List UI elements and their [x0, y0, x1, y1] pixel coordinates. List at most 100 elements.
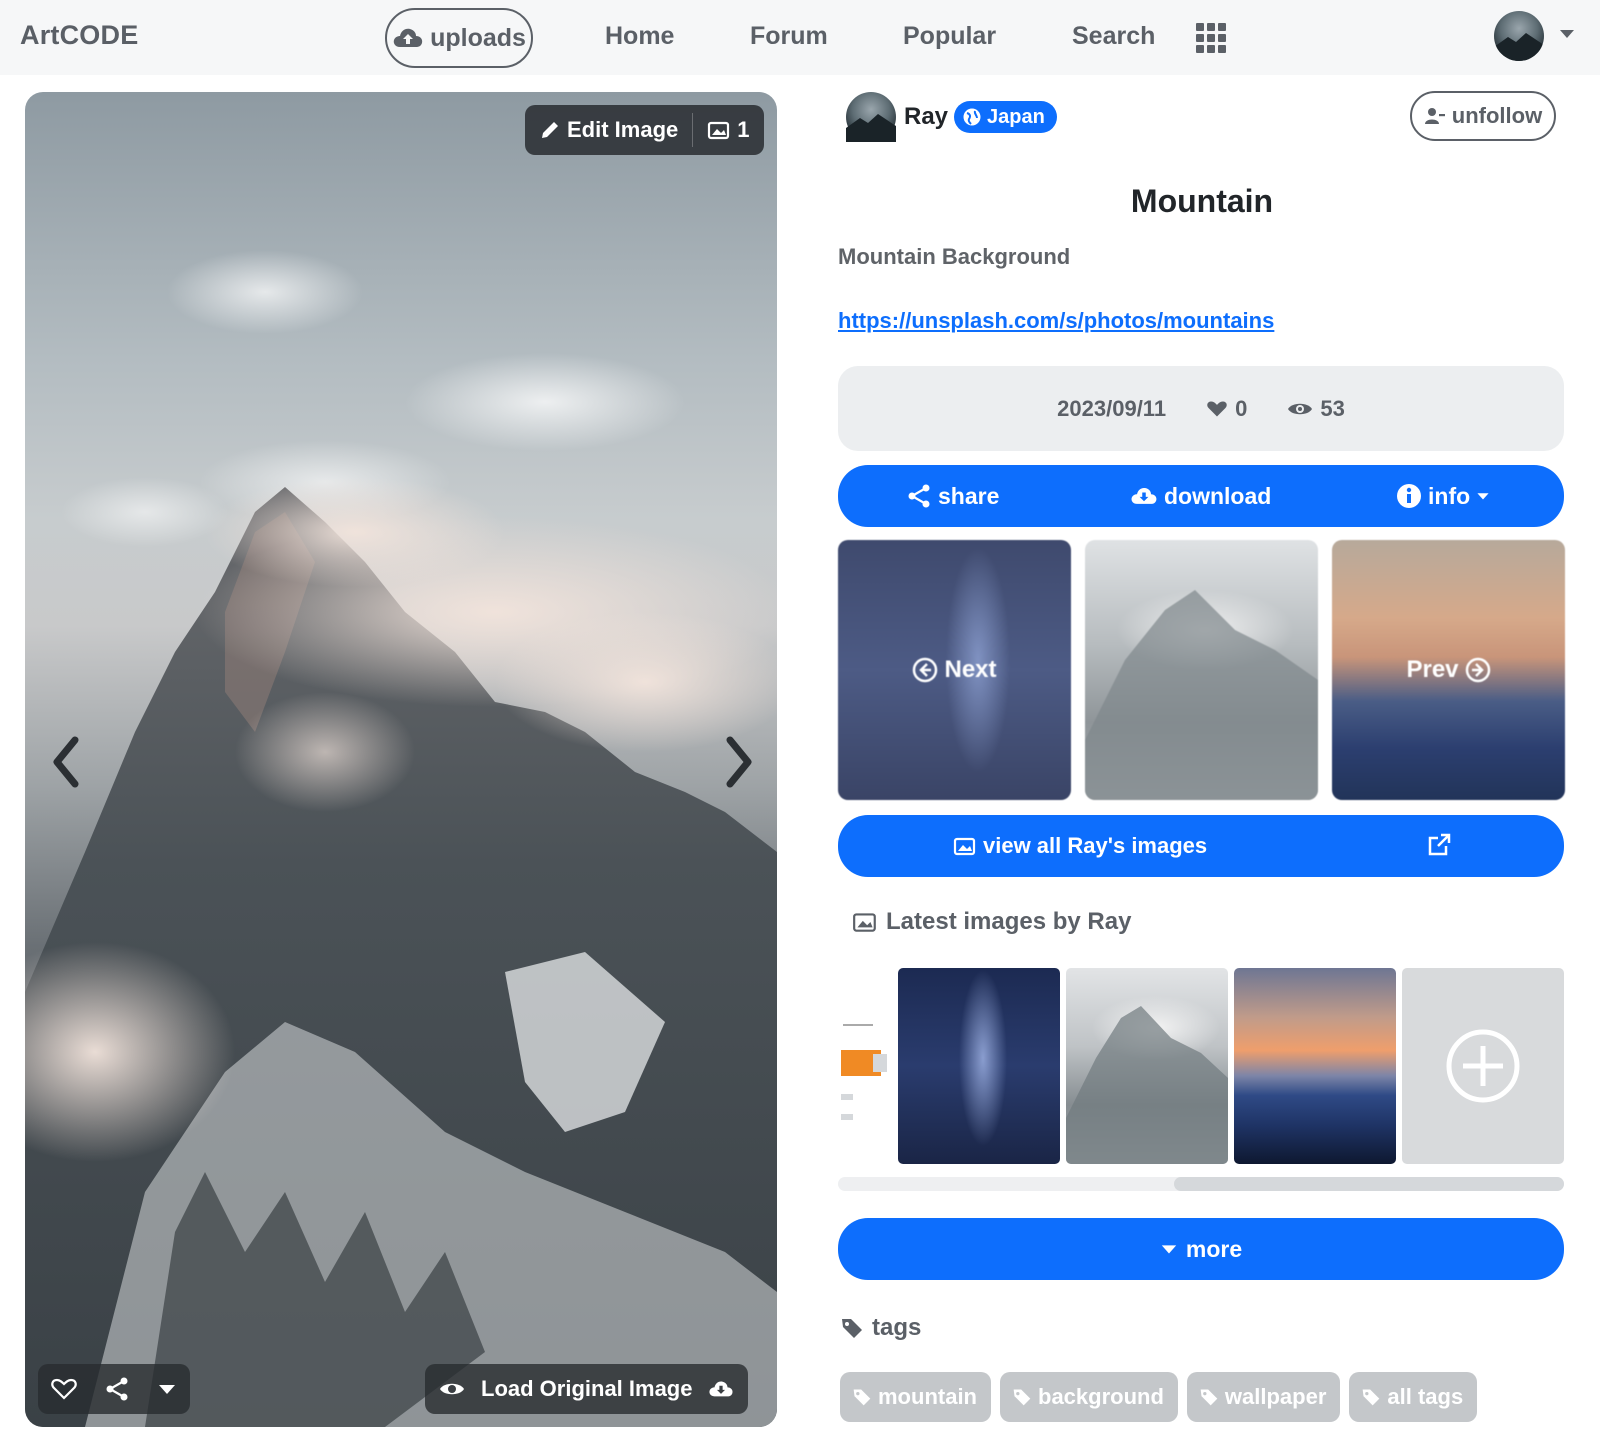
pencil-icon: [542, 122, 558, 138]
latest-images-heading: Latest images by Ray: [852, 908, 1131, 936]
load-original-toolbar[interactable]: Load Original Image: [425, 1364, 749, 1414]
chevron-left-icon[interactable]: [47, 732, 87, 792]
download-label: download: [1164, 482, 1272, 509]
post-description: Mountain Background: [838, 244, 1071, 269]
tag-icon: [1200, 1389, 1218, 1406]
uploads-button[interactable]: uploads: [385, 8, 533, 68]
more-label: more: [1185, 1235, 1243, 1262]
image-top-toolbar: Edit Image 1: [525, 105, 764, 155]
tag-label: background: [1038, 1384, 1164, 1409]
grid-icon[interactable]: [1196, 23, 1226, 53]
tag-label: wallpaper: [1224, 1384, 1327, 1409]
download-button[interactable]: download: [1130, 465, 1271, 527]
caret-down-icon[interactable]: [157, 1382, 177, 1396]
latest-scrollbar-thumb[interactable]: [1174, 1177, 1564, 1191]
images-icon: [853, 913, 876, 932]
info-label: info: [1428, 482, 1471, 509]
tag-label: all tags: [1387, 1384, 1464, 1409]
latest-images-strip[interactable]: [838, 968, 1564, 1164]
latest-image-thumbnail[interactable]: [838, 968, 895, 1164]
arrow-left-circle-icon: [913, 657, 938, 683]
tags-heading-label: tags: [872, 1314, 922, 1341]
share-label: share: [938, 482, 1000, 509]
eye-icon: [1288, 403, 1313, 414]
caret-down-icon: [1161, 1245, 1177, 1254]
share-button[interactable]: share: [906, 465, 999, 527]
brand-logo[interactable]: ArtCODE: [20, 20, 138, 51]
tags-list: mountain background wallpaper all tags: [840, 1372, 1478, 1422]
arrow-right-circle-icon: [1465, 657, 1490, 683]
tag-all-tags[interactable]: all tags: [1349, 1372, 1478, 1422]
nav-search[interactable]: Search: [1072, 22, 1155, 51]
next-image-thumbnail[interactable]: Next: [838, 540, 1071, 800]
load-original-label: Load Original Image: [481, 1376, 693, 1401]
tag-label: mountain: [878, 1384, 977, 1409]
uploads-label: uploads: [430, 23, 526, 52]
tag-icon: [1363, 1389, 1380, 1406]
caret-down-icon: [1477, 493, 1489, 500]
author-name[interactable]: Ray: [904, 103, 948, 131]
more-button[interactable]: more: [838, 1218, 1564, 1280]
chevron-down-icon[interactable]: [1560, 30, 1574, 38]
latest-image-thumbnail[interactable]: [1066, 968, 1228, 1164]
nav-home[interactable]: Home: [605, 22, 674, 51]
tag-mountain[interactable]: mountain: [840, 1372, 991, 1422]
globe-icon: [963, 108, 981, 126]
image-bottom-left-toolbar: [38, 1364, 190, 1414]
post-meta: 2023/09/11 0 53: [838, 366, 1564, 451]
author-avatar[interactable]: [846, 92, 896, 142]
prev-image-thumbnail[interactable]: Prev: [1332, 540, 1565, 800]
heart-icon[interactable]: [51, 1377, 78, 1401]
user-avatar[interactable]: [1494, 11, 1544, 61]
nav-forum[interactable]: Forum: [750, 22, 828, 51]
cloud-download-icon: [1131, 487, 1157, 504]
view-all-label: view all Ray's images: [983, 833, 1208, 858]
likes-count-group[interactable]: 0: [1206, 396, 1247, 422]
next-link[interactable]: Next: [838, 540, 1071, 800]
prev-label: Prev: [1406, 656, 1459, 683]
main-image[interactable]: [25, 92, 777, 1427]
latest-image-thumbnail[interactable]: [1234, 968, 1396, 1164]
cloud-upload-icon: [393, 28, 423, 47]
heart-icon: [1207, 401, 1227, 416]
external-link-icon: [1428, 833, 1451, 856]
image-count: 1: [737, 117, 750, 142]
country-badge[interactable]: Japan: [954, 101, 1057, 133]
image-count-button[interactable]: 1: [693, 105, 763, 155]
action-bar: share download info: [838, 465, 1564, 527]
views-count: 53: [1320, 395, 1345, 421]
next-label: Next: [944, 656, 997, 683]
nav-popular[interactable]: Popular: [903, 22, 996, 51]
chevron-right-icon[interactable]: [718, 732, 758, 792]
unfollow-button[interactable]: unfollow: [1410, 91, 1556, 141]
images-icon: [708, 121, 730, 140]
tag-background[interactable]: background: [1000, 1372, 1178, 1422]
cloud-download-icon: [709, 1381, 734, 1397]
tag-icon: [842, 1319, 862, 1338]
latest-heading-label: Latest images by Ray: [886, 908, 1132, 935]
prev-link[interactable]: Prev: [1332, 540, 1565, 800]
share-icon[interactable]: [104, 1376, 130, 1402]
tag-icon: [853, 1389, 871, 1406]
edit-image-button[interactable]: Edit Image: [525, 105, 692, 155]
edit-image-label: Edit Image: [567, 117, 679, 142]
post-title: Mountain: [1130, 183, 1274, 219]
view-all-images-button[interactable]: view all Ray's images: [838, 815, 1564, 877]
tag-icon: [1013, 1389, 1031, 1406]
eye-icon: [440, 1383, 464, 1395]
info-button[interactable]: info: [1396, 465, 1490, 527]
unfollow-label: unfollow: [1451, 103, 1543, 128]
add-image-tile[interactable]: [1402, 968, 1564, 1164]
current-image-thumbnail[interactable]: [1085, 540, 1318, 800]
share-icon: [908, 484, 930, 508]
images-icon: [953, 837, 976, 856]
country-label: Japan: [987, 105, 1045, 128]
post-date: 2023/09/11: [1057, 395, 1167, 421]
tag-wallpaper[interactable]: wallpaper: [1186, 1372, 1341, 1422]
source-link[interactable]: https://unsplash.com/s/photos/mountains: [838, 308, 1274, 334]
top-navbar: ArtCODE uploads Home Forum Popular Searc…: [0, 0, 1600, 75]
latest-image-thumbnail[interactable]: [898, 968, 1060, 1164]
info-icon: [1397, 484, 1421, 508]
views-count-group: 53: [1287, 395, 1345, 422]
tags-heading: tags: [840, 1314, 921, 1342]
